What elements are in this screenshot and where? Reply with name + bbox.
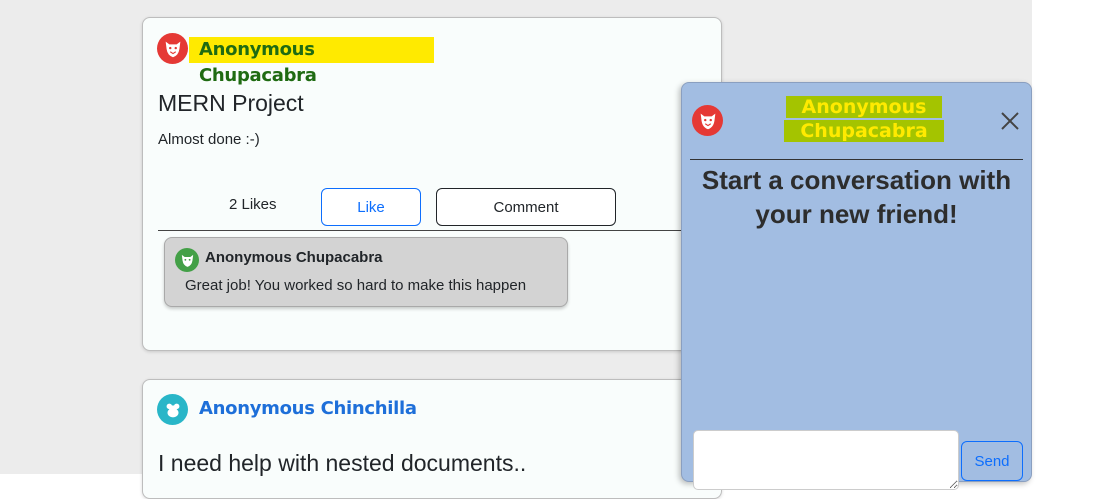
chat-recipient-label: Anonymous Chupacabra [784,96,944,142]
post-author-name[interactable]: Anonymous Chupacabra [189,37,434,86]
comment-button[interactable]: Comment [436,188,616,226]
chat-recipient-name: Anonymous Chupacabra [764,95,964,143]
post-body: Almost done :-) [158,131,260,148]
post-title: I need help with nested documents.. [158,450,527,476]
comment-text: Great job! You worked so hard to make th… [185,277,527,294]
chat-window: Anonymous Chupacabra Start a conversatio… [681,82,1032,490]
close-icon[interactable] [998,109,1022,133]
post-card: Anonymous Chinchilla I need help with ne… [142,379,722,499]
comment-author[interactable]: Anonymous Chupacabra [205,249,383,266]
post-author-name[interactable]: Anonymous Chinchilla [199,398,417,419]
send-button[interactable]: Send [961,441,1023,481]
chinchilla-avatar-icon[interactable] [157,394,188,425]
comment-item: Anonymous Chupacabra Great job! You work… [164,237,568,307]
chat-empty-prompt: Start a conversation with your new frien… [701,165,1012,229]
post-divider [158,230,718,231]
chat-message-input[interactable] [693,430,959,490]
post-card: Anonymous Chupacabra MERN Project Almost… [142,17,722,351]
chupacabra-avatar-icon[interactable] [157,33,188,64]
likes-count: 2 Likes [229,196,277,213]
post-title: MERN Project [158,90,304,116]
chupacabra-avatar-icon [692,105,723,136]
like-button[interactable]: Like [321,188,421,226]
chupacabra-avatar-icon[interactable] [175,248,199,272]
chat-divider [690,159,1023,160]
